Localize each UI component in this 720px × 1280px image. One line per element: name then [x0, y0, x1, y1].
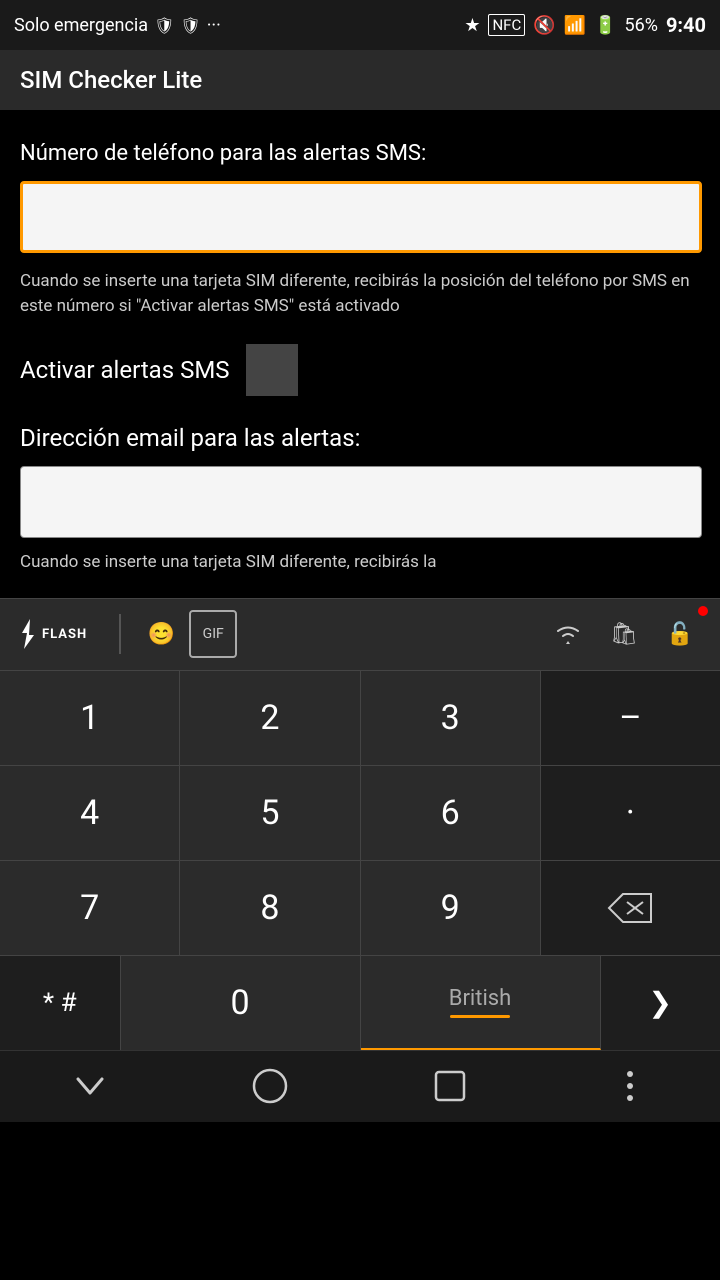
key-2[interactable]: 2 [180, 671, 360, 765]
bag-icon[interactable]: 🛍 [600, 610, 648, 658]
key-star-hash[interactable]: * # [0, 956, 121, 1050]
key-language[interactable]: British [361, 956, 601, 1050]
lang-underline [450, 1015, 510, 1018]
more-icon: ··· [207, 15, 221, 36]
shield-icon2: 🛡 [180, 16, 200, 35]
keyboard-row-1: 1 2 3 – [0, 670, 720, 765]
menu-icon [625, 1068, 635, 1104]
red-dot [698, 606, 708, 616]
app-bar: SIM Checker Lite [0, 50, 720, 110]
keyboard-wifi-icon[interactable] [544, 610, 592, 658]
keyboard-row-3: 7 8 9 [0, 860, 720, 955]
key-1[interactable]: 1 [0, 671, 180, 765]
key-dot[interactable]: · [541, 766, 720, 860]
status-bar: Solo emergencia 🛡 🛡 ··· ★ NFC 🔇 📶 🔋 56% … [0, 0, 720, 50]
key-3[interactable]: 3 [361, 671, 541, 765]
emoji-icon[interactable]: 😊 [137, 610, 185, 658]
key-0[interactable]: 0 [121, 956, 361, 1050]
main-content: Número de teléfono para las alertas SMS:… [0, 110, 720, 598]
sms-toggle-row: Activar alertas SMS [20, 344, 700, 396]
time-display: 9:40 [666, 13, 706, 37]
key-dash[interactable]: – [541, 671, 720, 765]
email-field-label: Dirección email para las alertas: [20, 424, 700, 452]
home-icon [250, 1066, 290, 1106]
lang-label: British [449, 986, 512, 1011]
key-5[interactable]: 5 [180, 766, 360, 860]
sms-toggle-label: Activar alertas SMS [20, 356, 230, 384]
lock-icon[interactable]: 🔓 [656, 610, 704, 658]
email-input[interactable] [20, 466, 702, 538]
key-9[interactable]: 9 [361, 861, 541, 955]
bottom-nav [0, 1050, 720, 1122]
backspace-svg [605, 890, 655, 926]
battery-icon: 🔋 [594, 15, 616, 36]
flash-label: FLASH [42, 627, 87, 642]
nav-back-button[interactable] [50, 1061, 130, 1111]
email-hint-partial: Cuando se inserte una tarjeta SIM difere… [20, 550, 700, 578]
nav-menu-button[interactable] [590, 1061, 670, 1111]
bluetooth-icon: ★ [464, 15, 480, 36]
flash-logo: FLASH [16, 619, 87, 649]
back-icon [70, 1071, 110, 1101]
phone-hint: Cuando se inserte una tarjeta SIM difere… [20, 269, 700, 320]
gif-icon[interactable]: GIF [189, 610, 237, 658]
carrier-text: Solo emergencia [14, 15, 148, 36]
key-backspace[interactable] [541, 861, 720, 955]
mute-icon: 🔇 [533, 15, 555, 36]
wifi-icon: 📶 [564, 15, 586, 36]
keyboard-row-4: * # 0 British ❯ [0, 955, 720, 1050]
battery-percent: 56% [625, 15, 658, 36]
keyboard-toolbar: FLASH 😊 GIF 🛍 🔓 [0, 598, 720, 670]
keyboard-row-2: 4 5 6 · [0, 765, 720, 860]
toolbar-divider [119, 614, 121, 654]
key-arrow-right[interactable]: ❯ [601, 956, 720, 1050]
nav-recents-button[interactable] [410, 1061, 490, 1111]
recents-icon [432, 1068, 468, 1104]
key-8[interactable]: 8 [180, 861, 360, 955]
nav-home-button[interactable] [230, 1061, 310, 1111]
phone-field-label: Número de teléfono para las alertas SMS: [20, 140, 700, 169]
nfc-icon: NFC [488, 14, 525, 36]
phone-input[interactable] [20, 181, 702, 253]
key-6[interactable]: 6 [361, 766, 541, 860]
key-7[interactable]: 7 [0, 861, 180, 955]
flash-icon [16, 619, 38, 649]
app-title: SIM Checker Lite [20, 66, 202, 94]
sms-toggle-checkbox[interactable] [246, 344, 298, 396]
wifi-svg [553, 623, 583, 645]
numeric-keyboard: 1 2 3 – 4 5 6 · 7 8 9 * # 0 British [0, 670, 720, 1050]
key-4[interactable]: 4 [0, 766, 180, 860]
shield-icon: 🛡 [154, 16, 174, 35]
